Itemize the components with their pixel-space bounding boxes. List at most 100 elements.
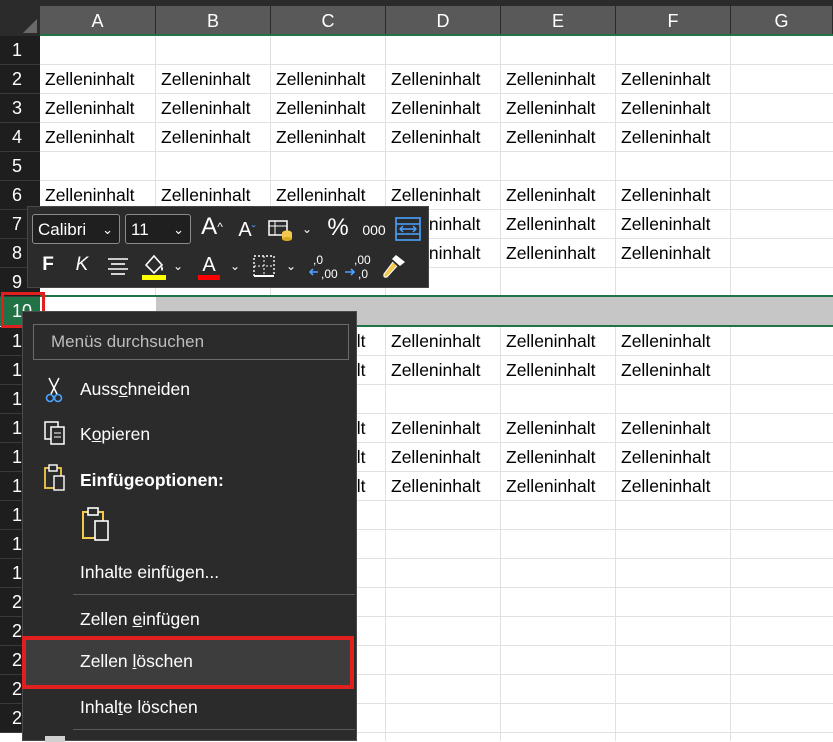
cell-d15[interactable]: Zelleninhalt xyxy=(386,447,501,468)
menu-item-paste-special[interactable]: Inhalte einfügen... xyxy=(23,552,356,592)
cell-b4[interactable]: Zelleninhalt xyxy=(156,127,271,148)
cell-e3[interactable]: Zelleninhalt xyxy=(501,98,616,119)
cell-c4[interactable]: Zelleninhalt xyxy=(271,127,386,148)
column-header-c[interactable]: C xyxy=(271,6,386,36)
copy-icon xyxy=(43,420,67,451)
thousands-separator-button[interactable]: 000 xyxy=(358,216,390,244)
decrease-decimal-icon[interactable]: ,0,00 xyxy=(308,252,339,285)
select-all-corner[interactable] xyxy=(0,0,40,36)
menu-item-cut[interactable]: Ausschneiden xyxy=(23,367,356,411)
cell-b6[interactable]: Zelleninhalt xyxy=(156,185,271,206)
row-header-5[interactable]: 5 xyxy=(0,152,40,181)
chevron-down-icon[interactable]: ⌄ xyxy=(286,259,296,273)
decrease-font-icon[interactable]: Aˇ xyxy=(233,216,261,244)
cell-f8[interactable]: Zelleninhalt xyxy=(616,243,731,264)
delete-cells-highlight-box xyxy=(22,636,354,689)
chevron-down-icon[interactable]: ⌄ xyxy=(302,222,312,236)
column-header-f[interactable]: F xyxy=(616,6,731,36)
cell-f3[interactable]: Zelleninhalt xyxy=(616,98,731,119)
cell-f12[interactable]: Zelleninhalt xyxy=(616,360,731,381)
row-header-1[interactable]: 1 xyxy=(0,36,40,65)
cell-b2[interactable]: Zelleninhalt xyxy=(156,69,271,90)
menu-item-copy-label: Kopieren xyxy=(80,424,151,444)
cell-f6[interactable]: Zelleninhalt xyxy=(616,185,731,206)
cell-d14[interactable]: Zelleninhalt xyxy=(386,418,501,439)
menu-item-paste-options: Einfügeoptionen: xyxy=(23,458,356,502)
svg-text:,00: ,00 xyxy=(354,253,371,267)
grid-row-line xyxy=(40,93,833,94)
row-header-3[interactable]: 3 xyxy=(0,94,40,123)
cell-e8[interactable]: Zelleninhalt xyxy=(501,243,616,264)
cell-e11[interactable]: Zelleninhalt xyxy=(501,331,616,352)
scissors-icon xyxy=(43,377,65,408)
cell-f2[interactable]: Zelleninhalt xyxy=(616,69,731,90)
cell-b3[interactable]: Zelleninhalt xyxy=(156,98,271,119)
cell-e16[interactable]: Zelleninhalt xyxy=(501,476,616,497)
menu-search-input[interactable]: Menüs durchsuchen xyxy=(33,324,349,360)
mini-toolbar: Calibri ⌄ 11 ⌄ A^ Aˇ ⌄ % 000 F K ⌄ A ⌄ ⌄… xyxy=(27,206,429,288)
column-header-a[interactable]: A xyxy=(40,6,156,36)
chevron-down-icon[interactable]: ⌄ xyxy=(230,259,240,273)
cell-d16[interactable]: Zelleninhalt xyxy=(386,476,501,497)
select-all-triangle-icon xyxy=(23,19,37,33)
font-size-dropdown[interactable]: 11 ⌄ xyxy=(125,214,191,244)
chevron-down-icon[interactable]: ⌄ xyxy=(173,259,183,273)
cell-f15[interactable]: Zelleninhalt xyxy=(616,447,731,468)
cell-c6[interactable]: Zelleninhalt xyxy=(271,185,386,206)
format-table-icon[interactable] xyxy=(268,219,294,246)
cell-f14[interactable]: Zelleninhalt xyxy=(616,418,731,439)
cell-d3[interactable]: Zelleninhalt xyxy=(386,98,501,119)
cell-d12[interactable]: Zelleninhalt xyxy=(386,360,501,381)
font-color-icon[interactable]: A xyxy=(196,251,222,286)
increase-decimal-icon[interactable]: ,00,0 xyxy=(344,252,374,285)
cell-e2[interactable]: Zelleninhalt xyxy=(501,69,616,90)
cell-d6[interactable]: Zelleninhalt xyxy=(386,185,501,206)
menu-item-insert-cells[interactable]: Zellen einfügen xyxy=(23,599,356,639)
cell-c2[interactable]: Zelleninhalt xyxy=(271,69,386,90)
paste-keep-source-button[interactable] xyxy=(79,506,119,546)
cell-e7[interactable]: Zelleninhalt xyxy=(501,214,616,235)
cell-e14[interactable]: Zelleninhalt xyxy=(501,418,616,439)
column-header-b[interactable]: B xyxy=(156,6,271,36)
row-header-2[interactable]: 2 xyxy=(0,65,40,94)
insert-cells-label: Zellen einfügen xyxy=(80,609,200,629)
menu-item-copy[interactable]: Kopieren xyxy=(23,412,356,456)
fill-color-icon[interactable] xyxy=(140,251,168,286)
percent-button[interactable]: % xyxy=(324,214,352,242)
cell-a3[interactable]: Zelleninhalt xyxy=(40,98,156,119)
cell-a4[interactable]: Zelleninhalt xyxy=(40,127,156,148)
column-header-d[interactable]: D xyxy=(386,6,501,36)
cell-e15[interactable]: Zelleninhalt xyxy=(501,447,616,468)
row-header-4[interactable]: 4 xyxy=(0,123,40,152)
clear-contents-label: Inhalte löschen xyxy=(80,697,198,717)
cell-e12[interactable]: Zelleninhalt xyxy=(501,360,616,381)
grid-row-line xyxy=(40,64,833,65)
svg-text:A: A xyxy=(202,254,216,276)
svg-text:,0: ,0 xyxy=(313,253,323,267)
chevron-down-icon: ⌄ xyxy=(173,222,184,237)
cell-f4[interactable]: Zelleninhalt xyxy=(616,127,731,148)
italic-button[interactable]: K xyxy=(72,251,92,279)
cell-a2[interactable]: Zelleninhalt xyxy=(40,69,156,90)
increase-font-icon[interactable]: A^ xyxy=(198,213,226,241)
borders-icon[interactable] xyxy=(252,254,276,283)
cell-d2[interactable]: Zelleninhalt xyxy=(386,69,501,90)
cell-f16[interactable]: Zelleninhalt xyxy=(616,476,731,497)
column-header-e[interactable]: E xyxy=(501,6,616,36)
format-painter-icon[interactable] xyxy=(380,252,408,285)
wrap-text-icon[interactable] xyxy=(395,217,421,246)
cell-a6[interactable]: Zelleninhalt xyxy=(40,185,156,206)
cell-f11[interactable]: Zelleninhalt xyxy=(616,331,731,352)
bold-button[interactable]: F xyxy=(38,251,58,279)
cell-c3[interactable]: Zelleninhalt xyxy=(271,98,386,119)
column-header-g[interactable]: G xyxy=(731,6,833,36)
align-icon[interactable] xyxy=(107,256,129,281)
menu-item-clear-contents[interactable]: Inhalte löschen xyxy=(23,687,356,727)
font-name-dropdown[interactable]: Calibri ⌄ xyxy=(32,214,120,244)
cell-e4[interactable]: Zelleninhalt xyxy=(501,127,616,148)
cell-e6[interactable]: Zelleninhalt xyxy=(501,185,616,206)
font-name-value: Calibri xyxy=(38,220,87,239)
cell-f7[interactable]: Zelleninhalt xyxy=(616,214,731,235)
cell-d11[interactable]: Zelleninhalt xyxy=(386,331,501,352)
cell-d4[interactable]: Zelleninhalt xyxy=(386,127,501,148)
